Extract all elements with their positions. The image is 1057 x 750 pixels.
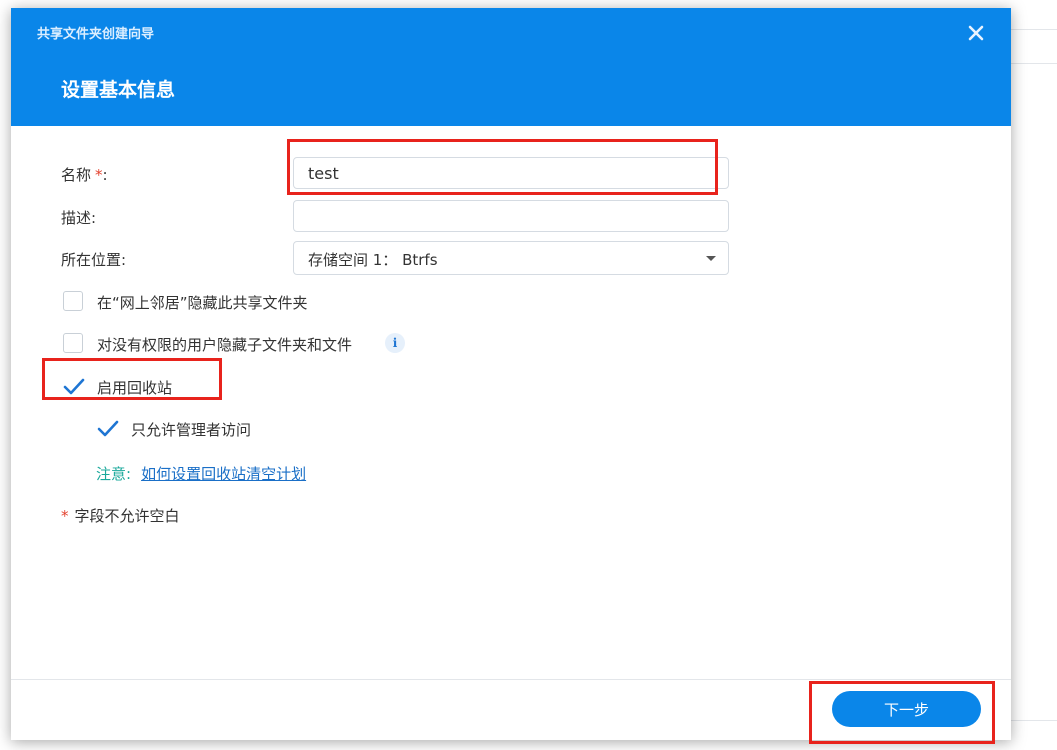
hide-network-label: 在“网上邻居”隐藏此共享文件夹 <box>97 294 308 312</box>
name-label-suffix: : <box>102 166 108 184</box>
admin-only-label: 只允许管理者访问 <box>131 421 252 439</box>
next-button[interactable]: 下一步 <box>832 691 981 727</box>
name-label-text: 名称 <box>61 166 92 184</box>
footer-divider <box>11 679 1011 680</box>
hide-subfolders-label: 对没有权限的用户隐藏子文件夹和文件 <box>97 336 353 354</box>
required-field-note: * 字段不允许空白 <box>61 505 180 526</box>
name-label: 名称 *: <box>61 164 108 185</box>
hide-subfolders-checkbox[interactable] <box>63 333 83 353</box>
hide-network-checkbox[interactable] <box>63 291 83 311</box>
admin-only-checkbox[interactable] <box>97 418 119 438</box>
chevron-down-icon <box>706 256 716 261</box>
description-input[interactable] <box>293 200 729 232</box>
description-label: 描述: <box>61 209 97 227</box>
note-label: 注意: <box>96 465 132 483</box>
recycle-schedule-link[interactable]: 如何设置回收站清空计划 <box>141 465 306 483</box>
required-star: * <box>95 166 103 184</box>
recycle-bin-checkbox[interactable] <box>63 376 85 396</box>
close-icon[interactable] <box>965 22 987 44</box>
checkmark-icon <box>97 420 119 437</box>
info-icon[interactable]: i <box>385 333 405 353</box>
location-select[interactable]: 存储空间 1： Btrfs <box>293 241 729 275</box>
create-shared-folder-dialog: 共享文件夹创建向导 设置基本信息 名称*: 描述: 所在位置: 存储空间 1： … <box>11 8 1011 740</box>
background-divider <box>1011 29 1057 30</box>
hide-subfolders-option[interactable]: 对没有权限的用户隐藏子文件夹和文件 i <box>63 333 423 357</box>
wizard-title: 共享文件夹创建向导 <box>37 27 155 42</box>
background-divider <box>1011 720 1057 721</box>
location-select-value: 存储空间 1： Btrfs <box>308 251 438 269</box>
checkmark-icon <box>63 378 85 395</box>
recycle-bin-label: 启用回收站 <box>97 379 173 397</box>
dialog-header: 共享文件夹创建向导 设置基本信息 <box>11 8 1011 126</box>
recycle-note: 注意: 如何设置回收站清空计划 <box>96 463 306 484</box>
location-label: 所在位置: <box>61 251 127 269</box>
step-title: 设置基本信息 <box>61 79 176 101</box>
required-star: * <box>61 507 69 525</box>
background-divider <box>1011 63 1057 64</box>
required-note-text: 字段不允许空白 <box>74 507 180 525</box>
name-input[interactable] <box>293 157 729 189</box>
